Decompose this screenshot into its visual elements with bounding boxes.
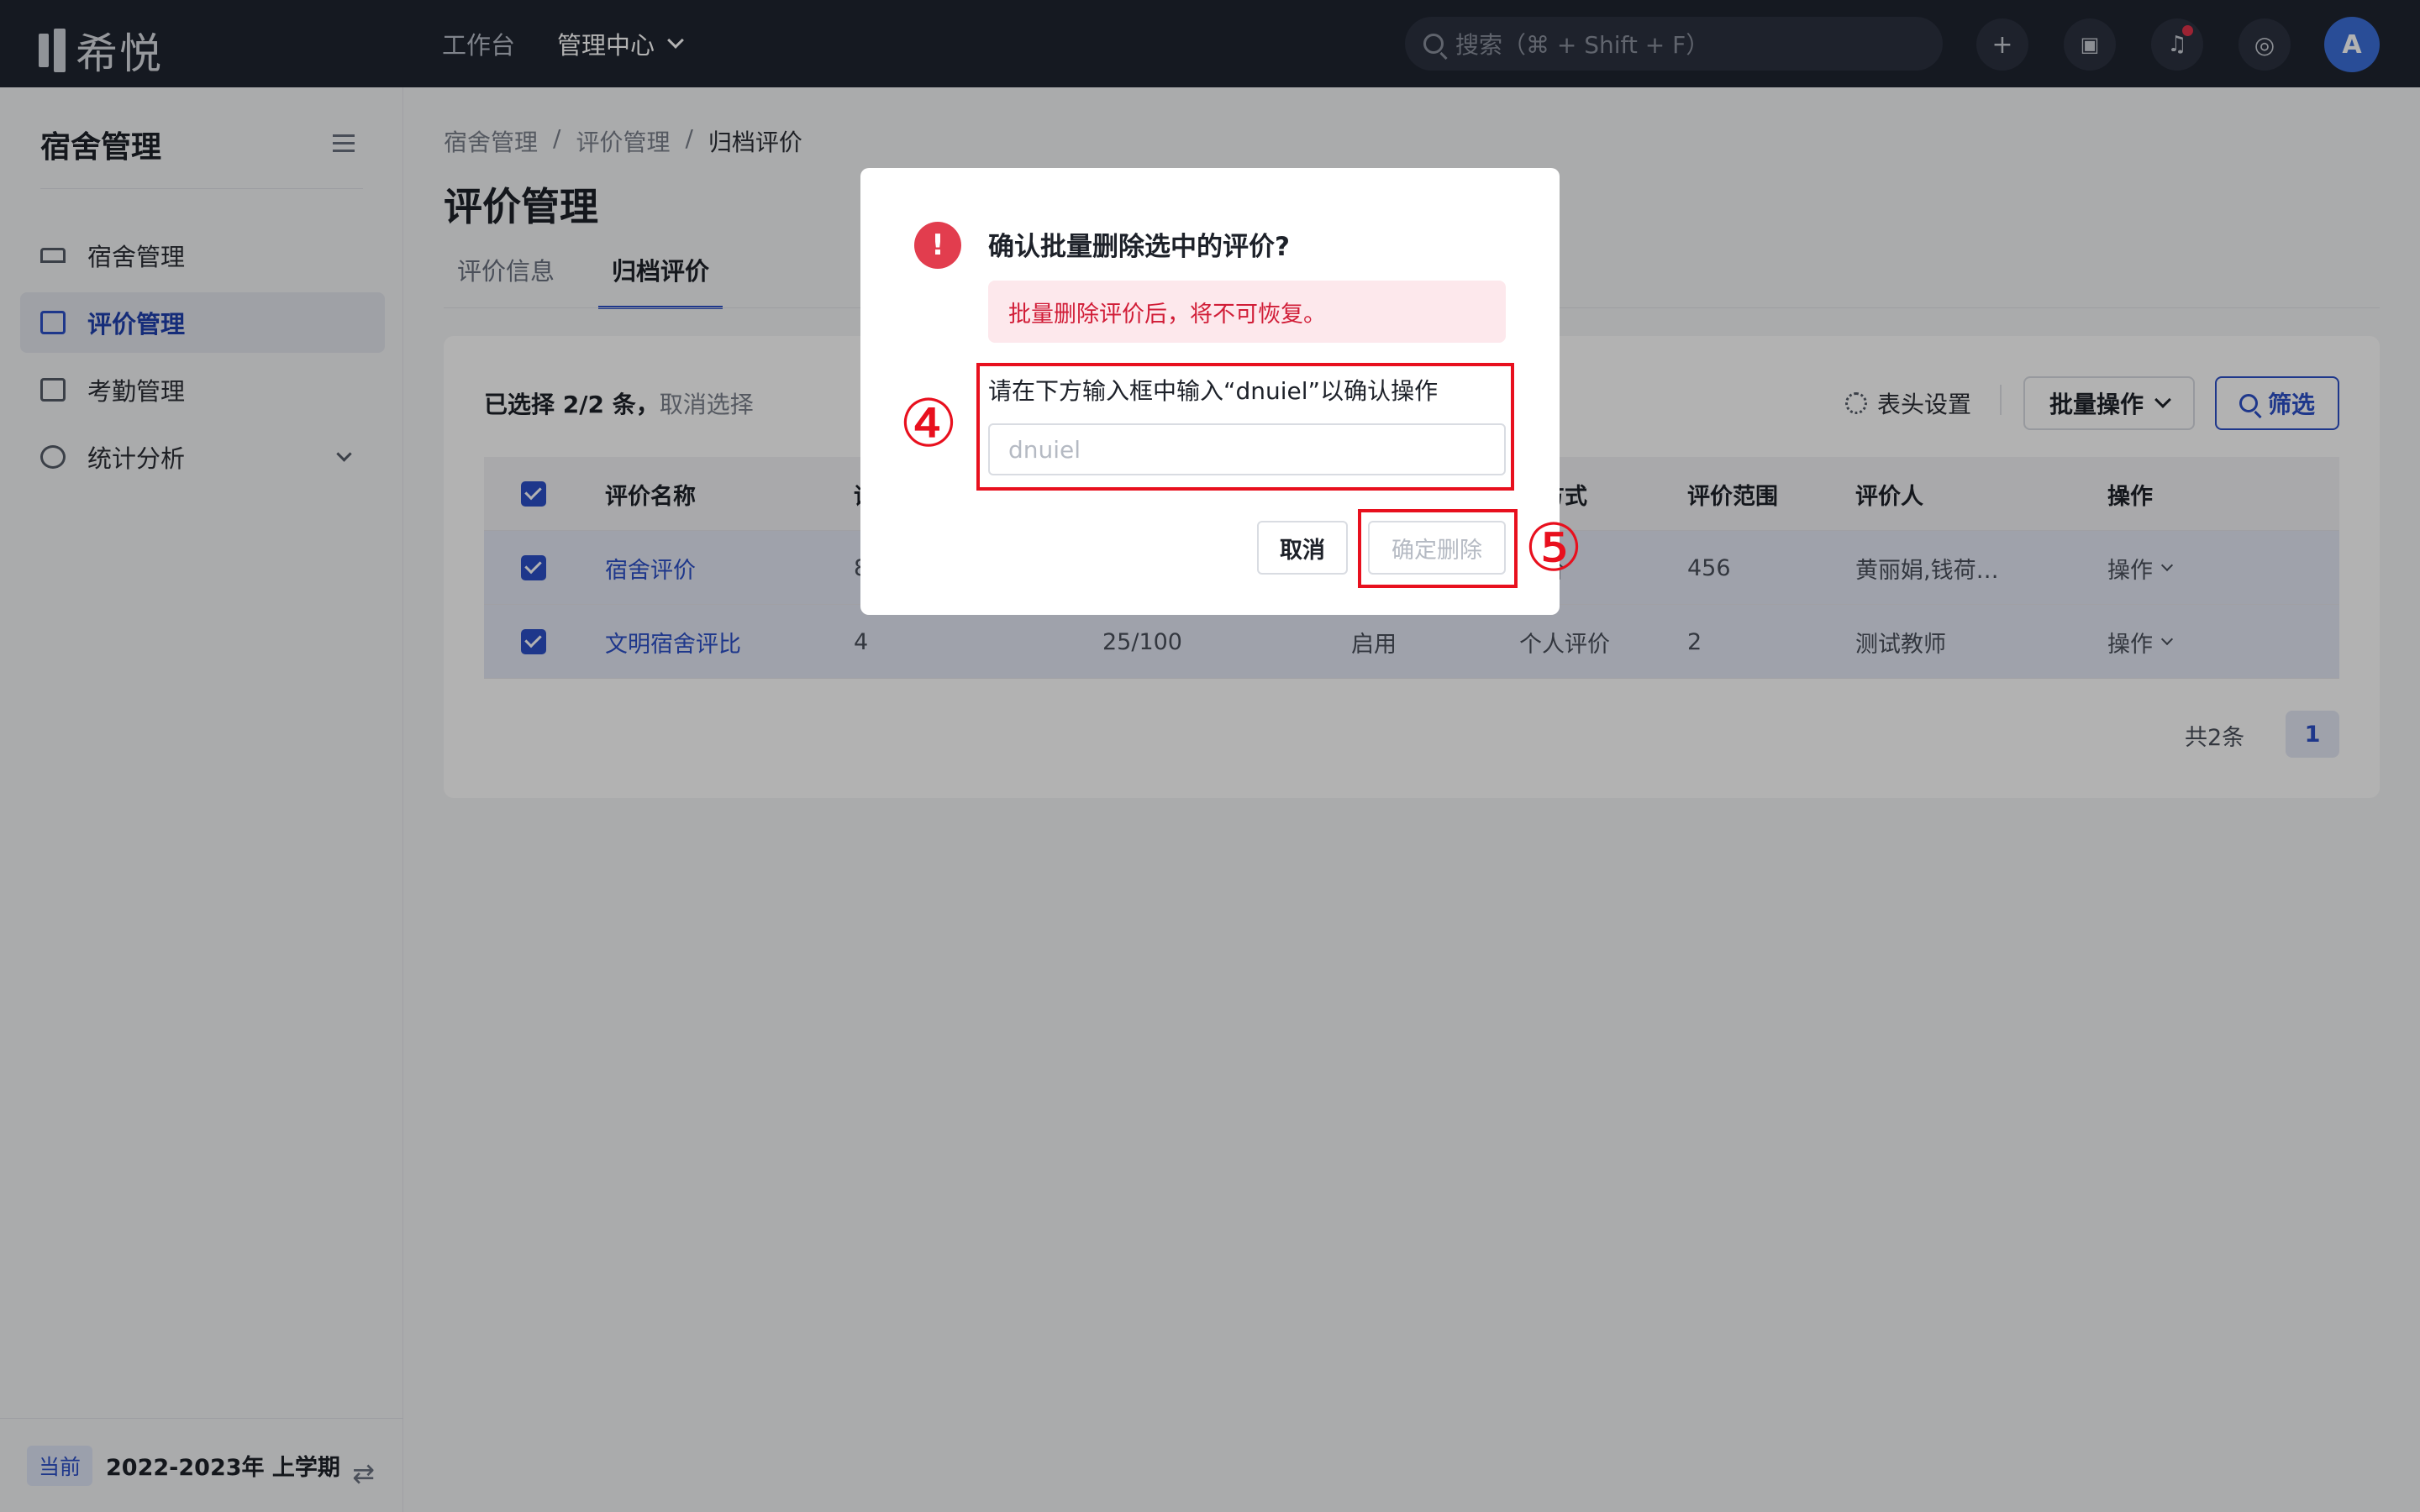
irreversible-alert: 批量删除评价后，将不可恢复。 xyxy=(988,281,1506,343)
annotation-step5: ⑤ xyxy=(1524,511,1583,586)
dialog-title: 确认批量删除选中的评价? xyxy=(988,232,1290,262)
annotation-step4: ④ xyxy=(899,386,958,462)
annotation-box-step4 xyxy=(976,363,1514,491)
cancel-button[interactable]: 取消 xyxy=(1257,521,1348,575)
annotation-box-step5 xyxy=(1358,509,1518,588)
warning-icon: ! xyxy=(914,222,961,269)
